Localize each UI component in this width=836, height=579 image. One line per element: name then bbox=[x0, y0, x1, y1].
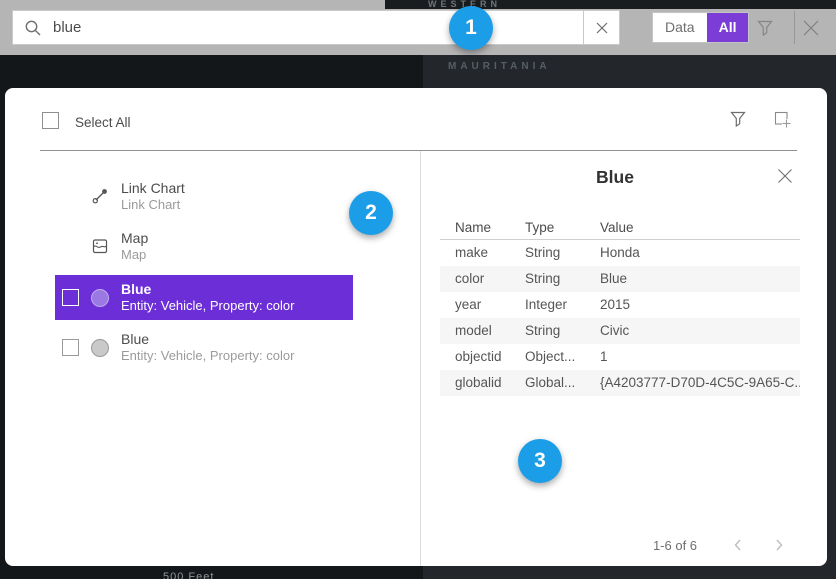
search-input[interactable] bbox=[53, 11, 583, 44]
result-title: Blue bbox=[121, 331, 294, 348]
result-row-link-chart[interactable]: Link Chart Link Chart bbox=[55, 172, 353, 220]
cell-name: year bbox=[455, 292, 525, 318]
clear-icon bbox=[595, 21, 609, 35]
cell-value: Civic bbox=[600, 318, 800, 344]
pagination-label: 1-6 of 6 bbox=[645, 538, 705, 553]
cell-name: color bbox=[455, 266, 525, 292]
scope-all-button[interactable]: All bbox=[707, 13, 749, 42]
result-title: Map bbox=[121, 230, 148, 247]
close-icon bbox=[776, 167, 794, 185]
attribute-table: Name Type Value make String Honda color … bbox=[440, 216, 800, 396]
cell-value: Honda bbox=[600, 240, 800, 266]
cell-type: Integer bbox=[525, 292, 600, 318]
table-row: globalid Global... {A4203777-D70D-4C5C-9… bbox=[440, 370, 800, 396]
callout-number: 1 bbox=[465, 16, 477, 40]
scope-data-button[interactable]: Data bbox=[653, 13, 707, 42]
map-icon bbox=[91, 237, 109, 255]
result-subtitle: Link Chart bbox=[121, 197, 185, 213]
toolbar-divider bbox=[794, 11, 795, 44]
add-selection-button[interactable] bbox=[772, 109, 793, 135]
callout-badge-1: 1 bbox=[449, 6, 493, 50]
attribute-table-header: Name Type Value bbox=[440, 216, 800, 240]
callout-badge-2: 2 bbox=[349, 191, 393, 235]
toolbar-filter-button[interactable] bbox=[753, 16, 777, 40]
table-row: make String Honda bbox=[440, 240, 800, 266]
column-header-type: Type bbox=[525, 216, 600, 239]
cell-type: Object... bbox=[525, 344, 600, 370]
callout-number: 2 bbox=[365, 201, 377, 225]
table-row: color String Blue bbox=[440, 266, 800, 292]
cell-name: model bbox=[455, 318, 525, 344]
column-header-name: Name bbox=[455, 216, 525, 239]
search-scope-toggle: Data All bbox=[652, 12, 749, 43]
map-peek-strip: WESTERN bbox=[385, 0, 836, 9]
panel-header-divider bbox=[40, 150, 797, 151]
close-icon bbox=[801, 18, 821, 38]
column-header-value: Value bbox=[600, 216, 800, 239]
map-label-mauritania: MAURITANIA bbox=[448, 61, 551, 72]
result-subtitle: Entity: Vehicle, Property: color bbox=[121, 298, 294, 314]
entity-circle-icon bbox=[91, 339, 109, 357]
chevron-right-icon bbox=[771, 537, 787, 553]
add-selection-icon bbox=[772, 109, 793, 130]
search-box bbox=[12, 10, 620, 45]
filter-funnel-icon bbox=[755, 18, 775, 38]
result-row-map[interactable]: Map Map bbox=[55, 222, 353, 270]
list-detail-divider bbox=[420, 151, 421, 566]
cell-name: objectid bbox=[455, 344, 525, 370]
cell-type: Global... bbox=[525, 370, 600, 396]
link-chart-icon bbox=[91, 187, 109, 205]
app-window: MAURITANIA 500 Feet WESTERN Data All Sel… bbox=[0, 0, 836, 579]
table-row: model String Civic bbox=[440, 318, 800, 344]
detail-title: Blue bbox=[450, 167, 780, 188]
detail-close-button[interactable] bbox=[776, 167, 794, 190]
callout-badge-3: 3 bbox=[518, 439, 562, 483]
cell-type: String bbox=[525, 266, 600, 292]
entity-circle-icon bbox=[91, 289, 109, 307]
pagination-next-button[interactable] bbox=[771, 537, 787, 558]
cell-type: String bbox=[525, 318, 600, 344]
cell-value: 1 bbox=[600, 344, 800, 370]
cell-value: Blue bbox=[600, 266, 800, 292]
result-subtitle: Map bbox=[121, 247, 148, 263]
cell-value: 2015 bbox=[600, 292, 800, 318]
result-row-blue[interactable]: Blue Entity: Vehicle, Property: color bbox=[55, 325, 353, 370]
result-title: Link Chart bbox=[121, 180, 185, 197]
select-all-label: Select All bbox=[75, 115, 131, 130]
row-checkbox[interactable] bbox=[62, 339, 79, 356]
panel-filter-button[interactable] bbox=[728, 109, 748, 134]
cell-name: make bbox=[455, 240, 525, 266]
map-scale-label: 500 Feet bbox=[163, 571, 214, 579]
search-icon bbox=[13, 11, 53, 44]
search-results-panel: Select All Link Chart Link Chart bbox=[5, 88, 827, 566]
table-row: year Integer 2015 bbox=[440, 292, 800, 318]
result-subtitle: Entity: Vehicle, Property: color bbox=[121, 348, 294, 364]
chevron-left-icon bbox=[730, 537, 746, 553]
cell-value: {A4203777-D70D-4C5C-9A65-C... bbox=[600, 370, 800, 396]
callout-number: 3 bbox=[534, 449, 546, 473]
pagination-prev-button[interactable] bbox=[730, 537, 746, 558]
cell-name: globalid bbox=[455, 370, 525, 396]
clear-search-button[interactable] bbox=[583, 11, 619, 44]
result-row-blue-selected[interactable]: Blue Entity: Vehicle, Property: color bbox=[55, 275, 353, 320]
row-checkbox[interactable] bbox=[62, 289, 79, 306]
result-title: Blue bbox=[121, 281, 294, 298]
toolbar-close-button[interactable] bbox=[799, 16, 823, 40]
filter-funnel-icon bbox=[728, 109, 748, 129]
cell-type: String bbox=[525, 240, 600, 266]
table-row: objectid Object... 1 bbox=[440, 344, 800, 370]
select-all-checkbox[interactable] bbox=[42, 112, 59, 129]
